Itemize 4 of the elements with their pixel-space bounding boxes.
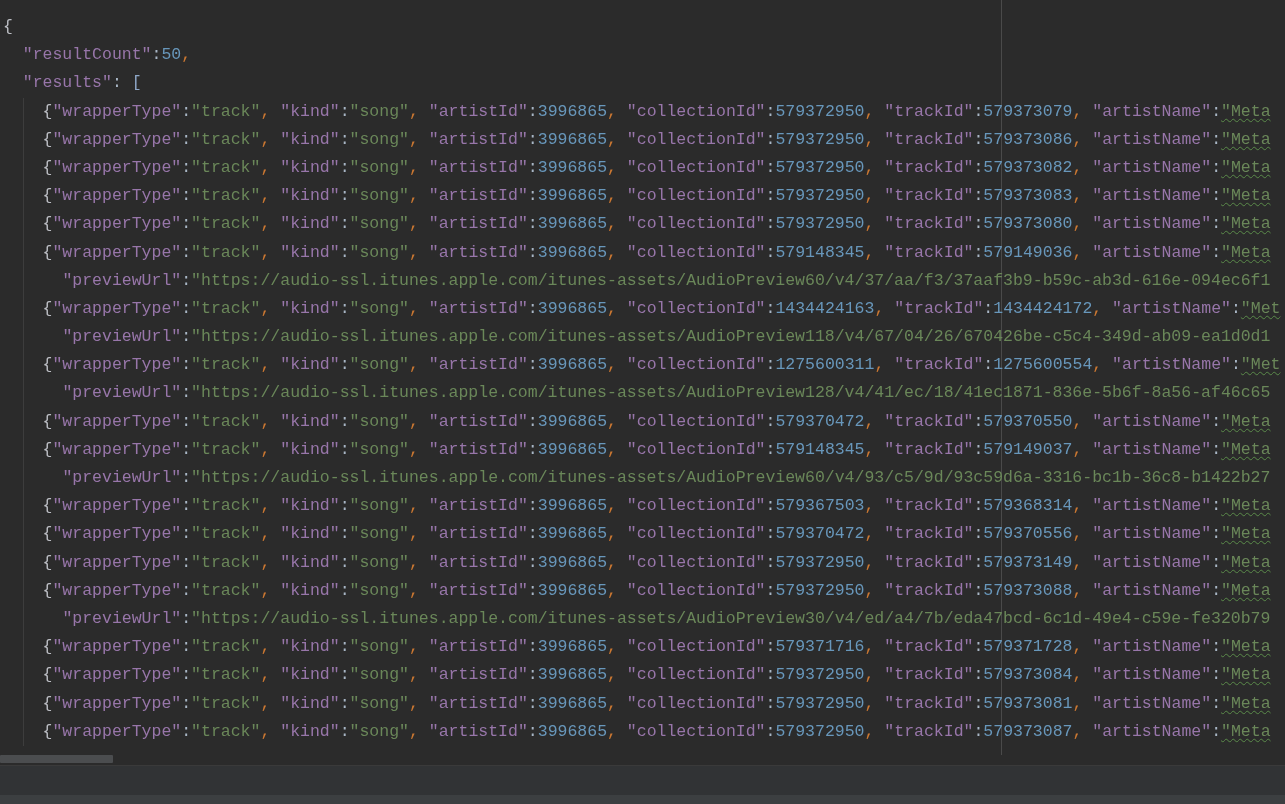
code-line: "results": [ bbox=[21, 72, 142, 95]
code-line: "resultCount":50, bbox=[21, 44, 192, 67]
code-line: { bbox=[1, 16, 13, 38]
scrollbar-thumb[interactable] bbox=[0, 755, 113, 763]
